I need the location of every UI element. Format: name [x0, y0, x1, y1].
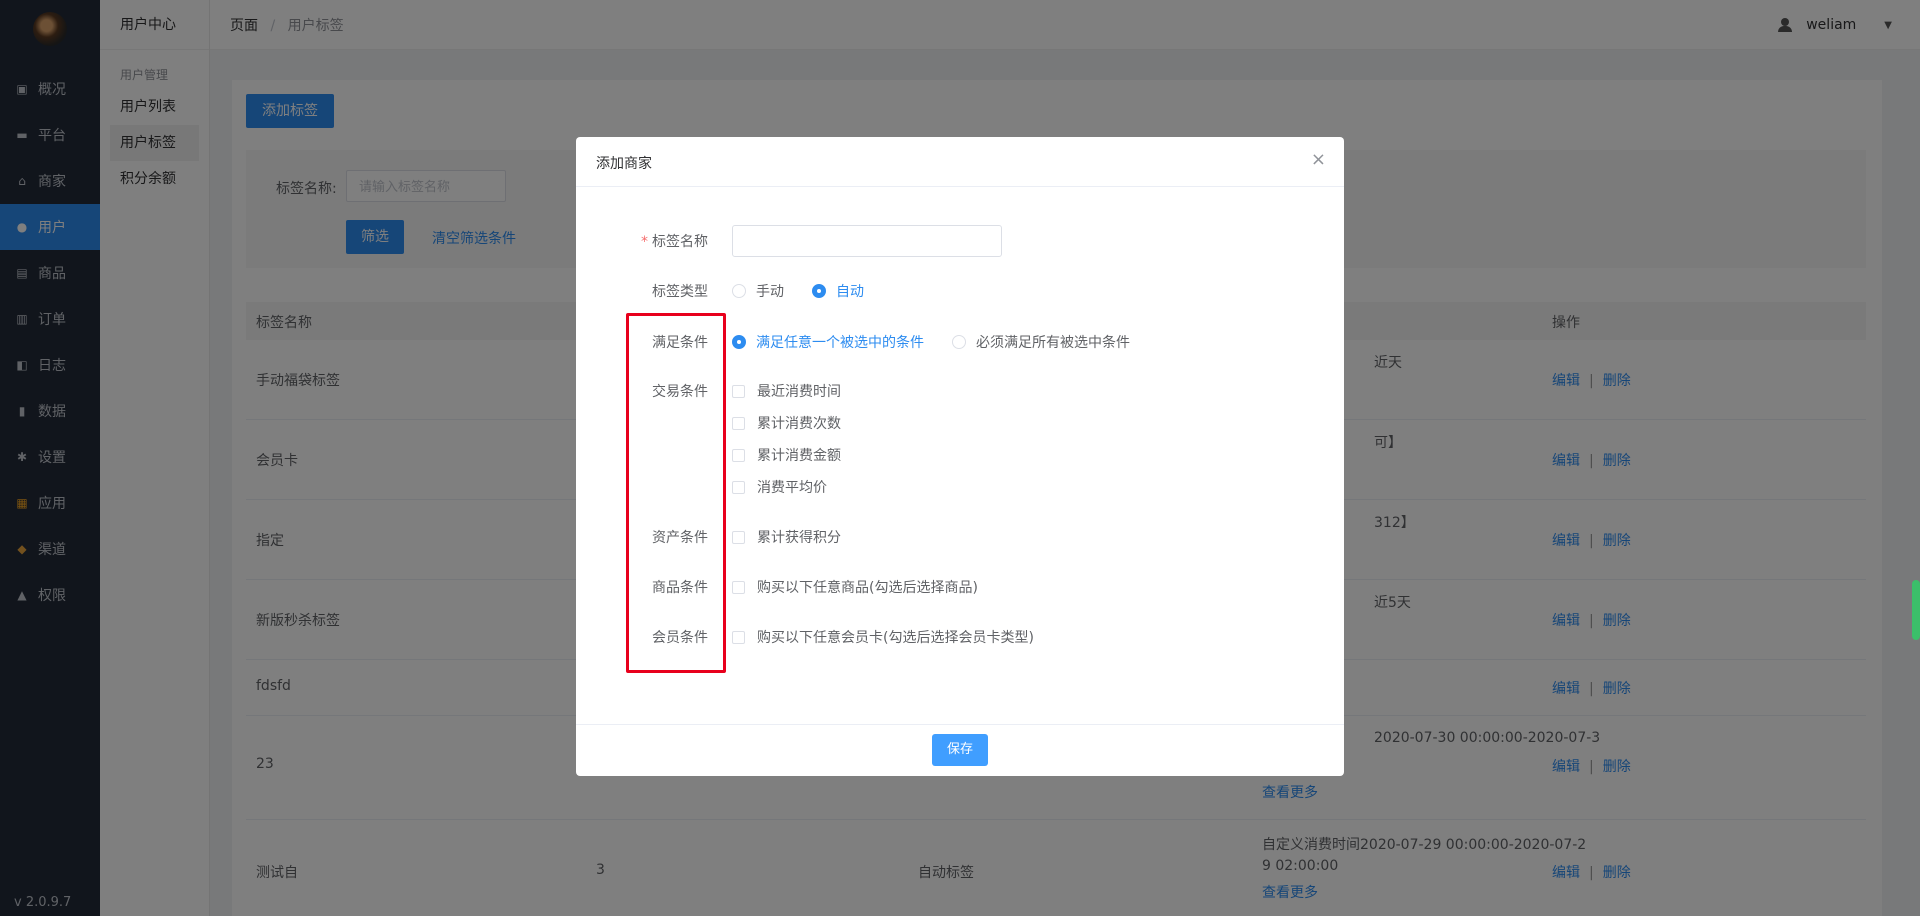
- checkbox-label: 累计消费次数: [757, 416, 841, 432]
- checkbox-label: 累计获得积分: [757, 530, 841, 546]
- radio-label: 必须满足所有被选中条件: [976, 335, 1130, 351]
- tag-name-label-text: 标签名称: [652, 234, 708, 250]
- checkbox-label: 最近消费时间: [757, 384, 841, 400]
- checkbox: [732, 480, 745, 494]
- dialog-header: 添加商家 ×: [576, 137, 1344, 187]
- goods-option-any[interactable]: 购买以下任意商品(勾选后选择商品): [732, 577, 978, 597]
- checkbox: [732, 384, 745, 398]
- trade-option-average[interactable]: 消费平均价: [732, 477, 827, 497]
- asset-option-points[interactable]: 累计获得积分: [732, 527, 841, 547]
- trade-option-count[interactable]: 累计消费次数: [732, 413, 841, 433]
- radio-circle: [732, 335, 746, 349]
- radio-label: 手动: [756, 284, 784, 300]
- checkbox-label: 购买以下任意会员卡(勾选后选择会员卡类型): [757, 630, 1034, 646]
- meet-all-radio[interactable]: 必须满足所有被选中条件: [952, 332, 1130, 352]
- tag-type-label: 标签类型: [652, 284, 708, 300]
- dialog-title: 添加商家: [596, 156, 652, 172]
- radio-label: 满足任意一个被选中的条件: [756, 335, 924, 351]
- checkbox: [732, 580, 745, 594]
- checkbox-label: 消费平均价: [757, 480, 827, 496]
- trade-option-amount[interactable]: 累计消费金额: [732, 445, 841, 465]
- checkbox: [732, 630, 745, 644]
- scroll-indicator[interactable]: [1912, 580, 1920, 640]
- checkbox-label: 购买以下任意商品(勾选后选择商品): [757, 580, 978, 596]
- checkbox-label: 累计消费金额: [757, 448, 841, 464]
- save-button[interactable]: 保存: [932, 734, 988, 766]
- radio-circle: [812, 284, 826, 298]
- meet-any-radio[interactable]: 满足任意一个被选中的条件: [732, 332, 924, 352]
- type-auto-radio[interactable]: 自动: [812, 281, 864, 301]
- member-option-any[interactable]: 购买以下任意会员卡(勾选后选择会员卡类型): [732, 627, 1034, 647]
- dialog-footer: 保存: [576, 724, 1344, 776]
- checkbox: [732, 530, 745, 544]
- tag-name-input[interactable]: [732, 225, 1002, 257]
- required-mark: *: [641, 234, 648, 250]
- type-manual-radio[interactable]: 手动: [732, 281, 784, 301]
- highlight-box: [626, 313, 726, 673]
- tag-name-label: * 标签名称: [618, 231, 708, 251]
- close-icon[interactable]: ×: [1311, 151, 1326, 169]
- radio-label: 自动: [836, 284, 864, 300]
- radio-circle: [732, 284, 746, 298]
- radio-circle: [952, 335, 966, 349]
- checkbox: [732, 448, 745, 462]
- trade-option-recent[interactable]: 最近消费时间: [732, 381, 841, 401]
- checkbox: [732, 416, 745, 430]
